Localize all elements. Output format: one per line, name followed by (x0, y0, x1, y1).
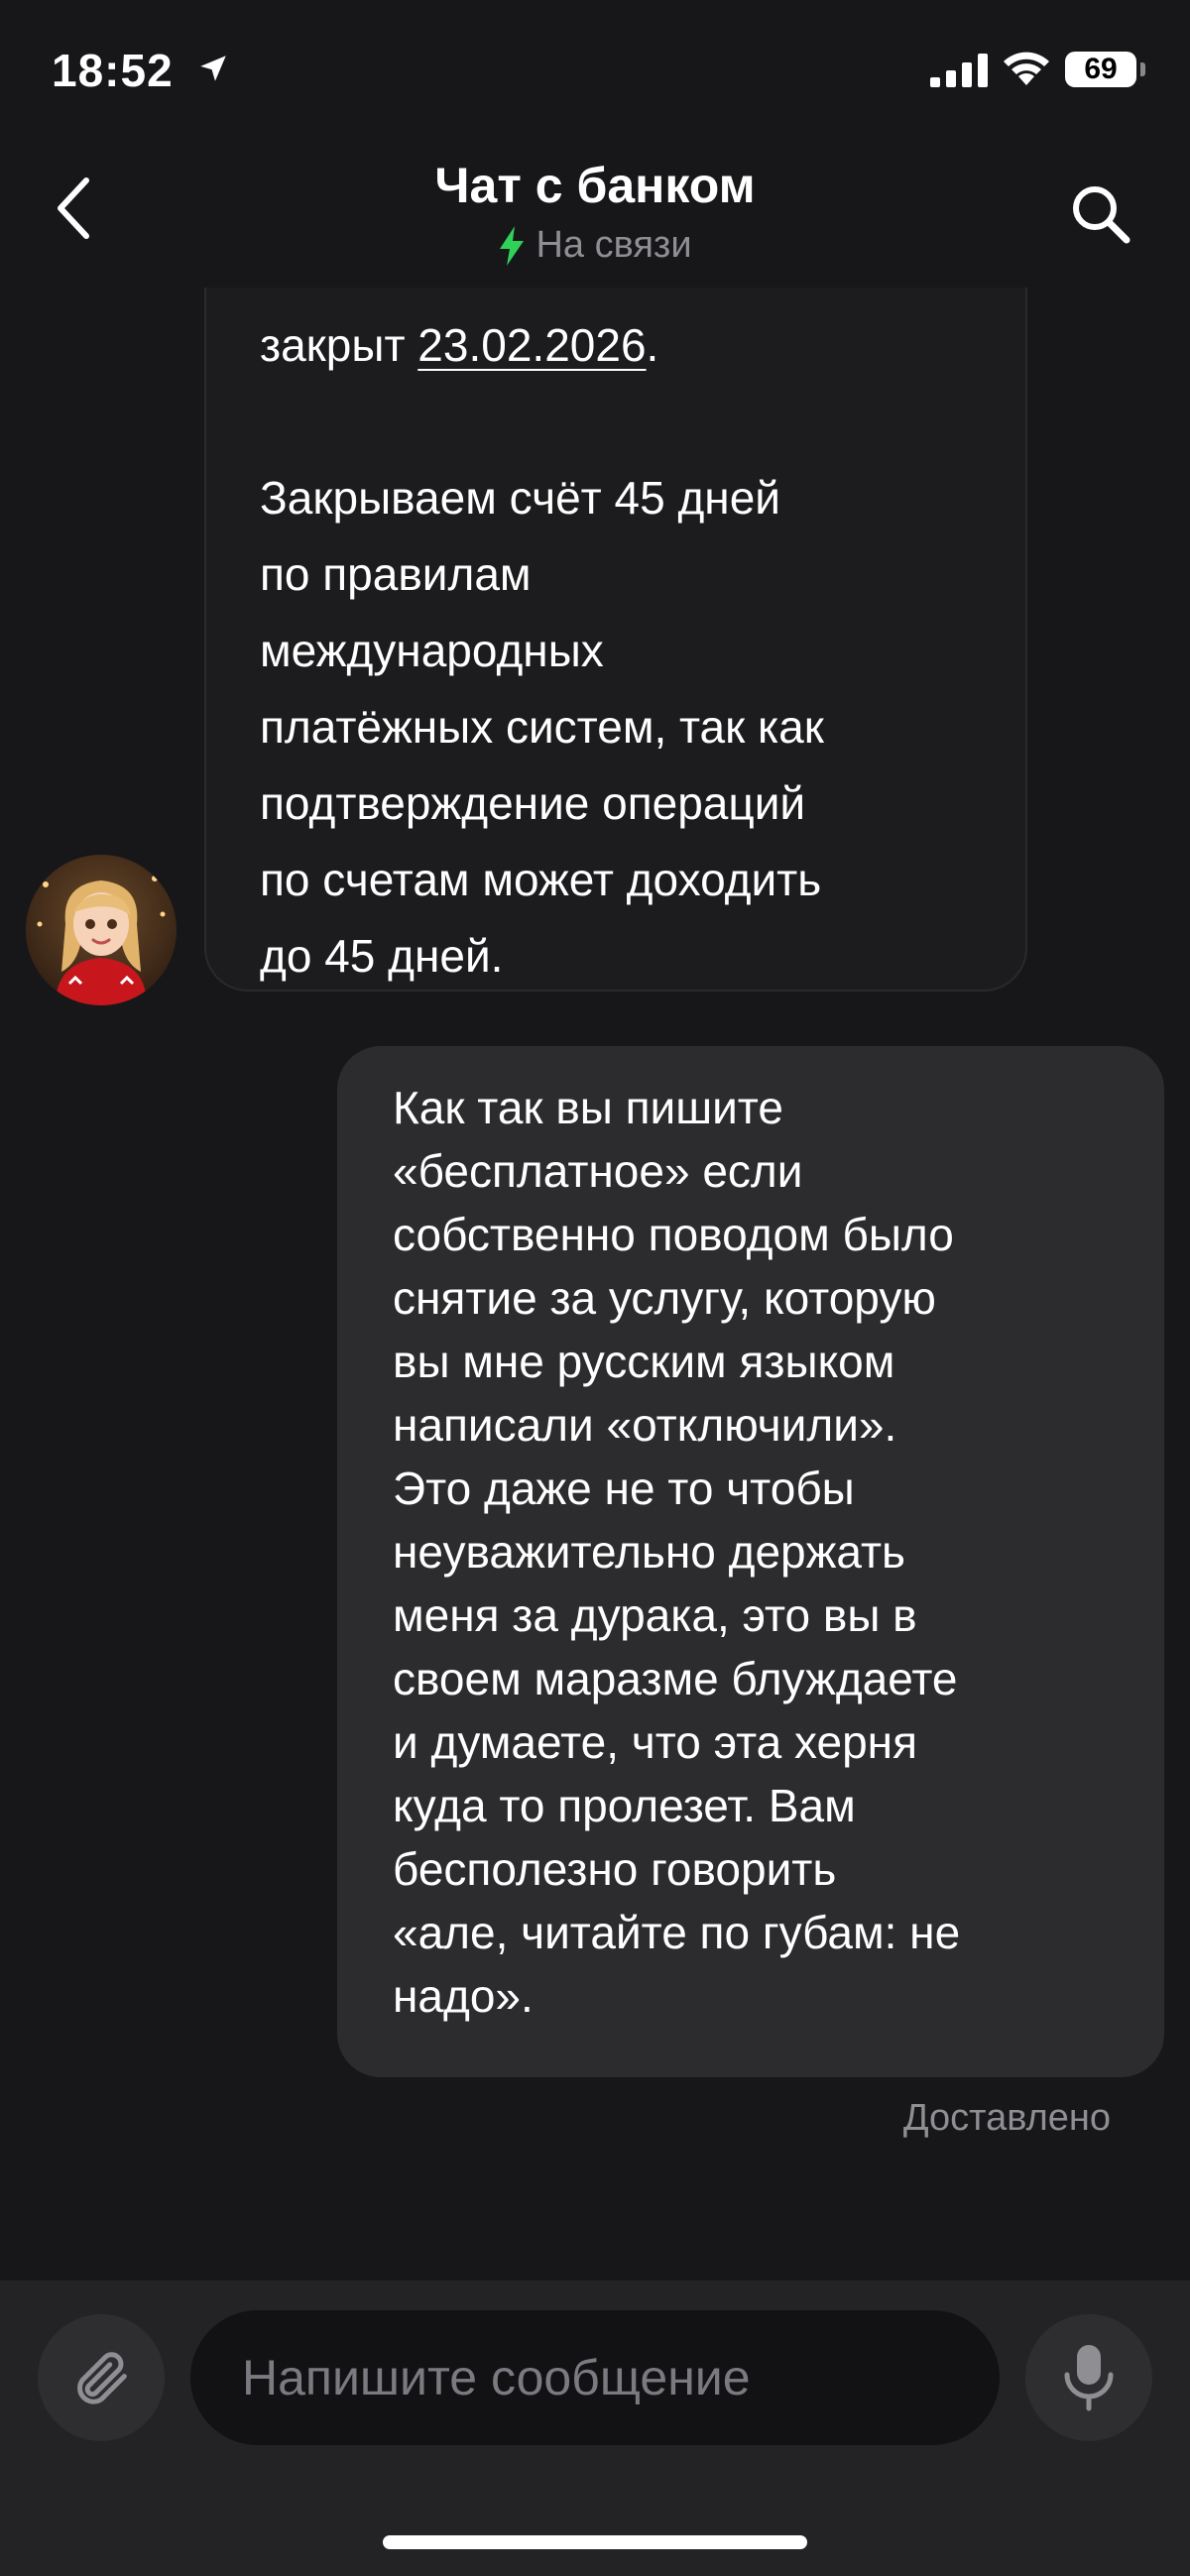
lightning-icon (500, 225, 525, 266)
microphone-icon (1064, 2345, 1114, 2411)
user-message-line: надо». (393, 1970, 534, 2022)
user-message-text: Как так вы пишите «бесплатное» если собс… (393, 1076, 1127, 2028)
delivery-status: Доставлено (902, 2097, 1111, 2139)
closing-date-link[interactable]: 23.02.2026 (417, 319, 646, 371)
user-message-line: меня за дурака, это вы в (393, 1589, 917, 1641)
message-composer (0, 2281, 1190, 2576)
user-message-line: Как так вы пишите (393, 1082, 783, 1133)
bot-message-prefix: закрыт (260, 319, 418, 371)
user-message-bubble: Как так вы пишите «бесплатное» если собс… (337, 1046, 1164, 2077)
paperclip-icon (77, 2352, 127, 2404)
status-time: 18:52 (52, 45, 174, 96)
user-message-line: написали «отключили». (393, 1399, 897, 1451)
message-input[interactable] (190, 2310, 1000, 2445)
battery-indicator: 69 (1065, 52, 1136, 87)
cellular-signal-icon (930, 54, 988, 87)
chat-messages[interactable]: закрыт 23.02.2026. Закрываем счёт 45 дне… (0, 288, 1190, 2261)
user-message-line: Это даже не то чтобы (393, 1463, 855, 1514)
user-message-line: своем маразме блуждаете (393, 1653, 958, 1704)
bank-assistant-avatar (26, 855, 177, 1005)
user-message-line: собственно поводом было (393, 1209, 954, 1260)
user-message-line: «але, читайте по губам: не (393, 1907, 961, 1958)
microphone-button[interactable] (1025, 2314, 1152, 2441)
user-message-line: бесполезно говорить (393, 1843, 837, 1895)
user-message-line: «бесплатное» если (393, 1145, 803, 1197)
search-button[interactable] (1061, 175, 1140, 254)
user-message-line: и думаете, что эта херня (393, 1716, 917, 1768)
bot-message-body: Закрываем счёт 45 дней по правилам между… (260, 472, 824, 982)
bot-message-bubble: закрыт 23.02.2026. Закрываем счёт 45 дне… (204, 288, 1027, 992)
user-message-line: снятие за услугу, которую (393, 1272, 936, 1324)
wifi-icon (1004, 52, 1049, 85)
search-icon (1073, 186, 1130, 244)
connection-status: На связи (0, 224, 1190, 267)
connection-status-text: На связи (536, 224, 692, 266)
user-message-line: вы мне русским языком (393, 1336, 895, 1387)
bot-message-suffix: . (646, 319, 659, 371)
user-message-line: куда то пролезет. Вам (393, 1780, 856, 1831)
chat-header: Чат с банком На связи (0, 139, 1190, 288)
status-bar: 18:52 69 (0, 0, 1190, 139)
home-indicator[interactable] (383, 2535, 807, 2549)
battery-cap (1140, 62, 1145, 76)
chat-title: Чат с банком (434, 158, 756, 213)
attach-button[interactable] (38, 2314, 165, 2441)
location-arrow-icon (200, 56, 226, 81)
bot-message-text: закрыт 23.02.2026. Закрываем счёт 45 дне… (260, 307, 994, 995)
user-message-line: неуважительно держать (393, 1526, 906, 1578)
